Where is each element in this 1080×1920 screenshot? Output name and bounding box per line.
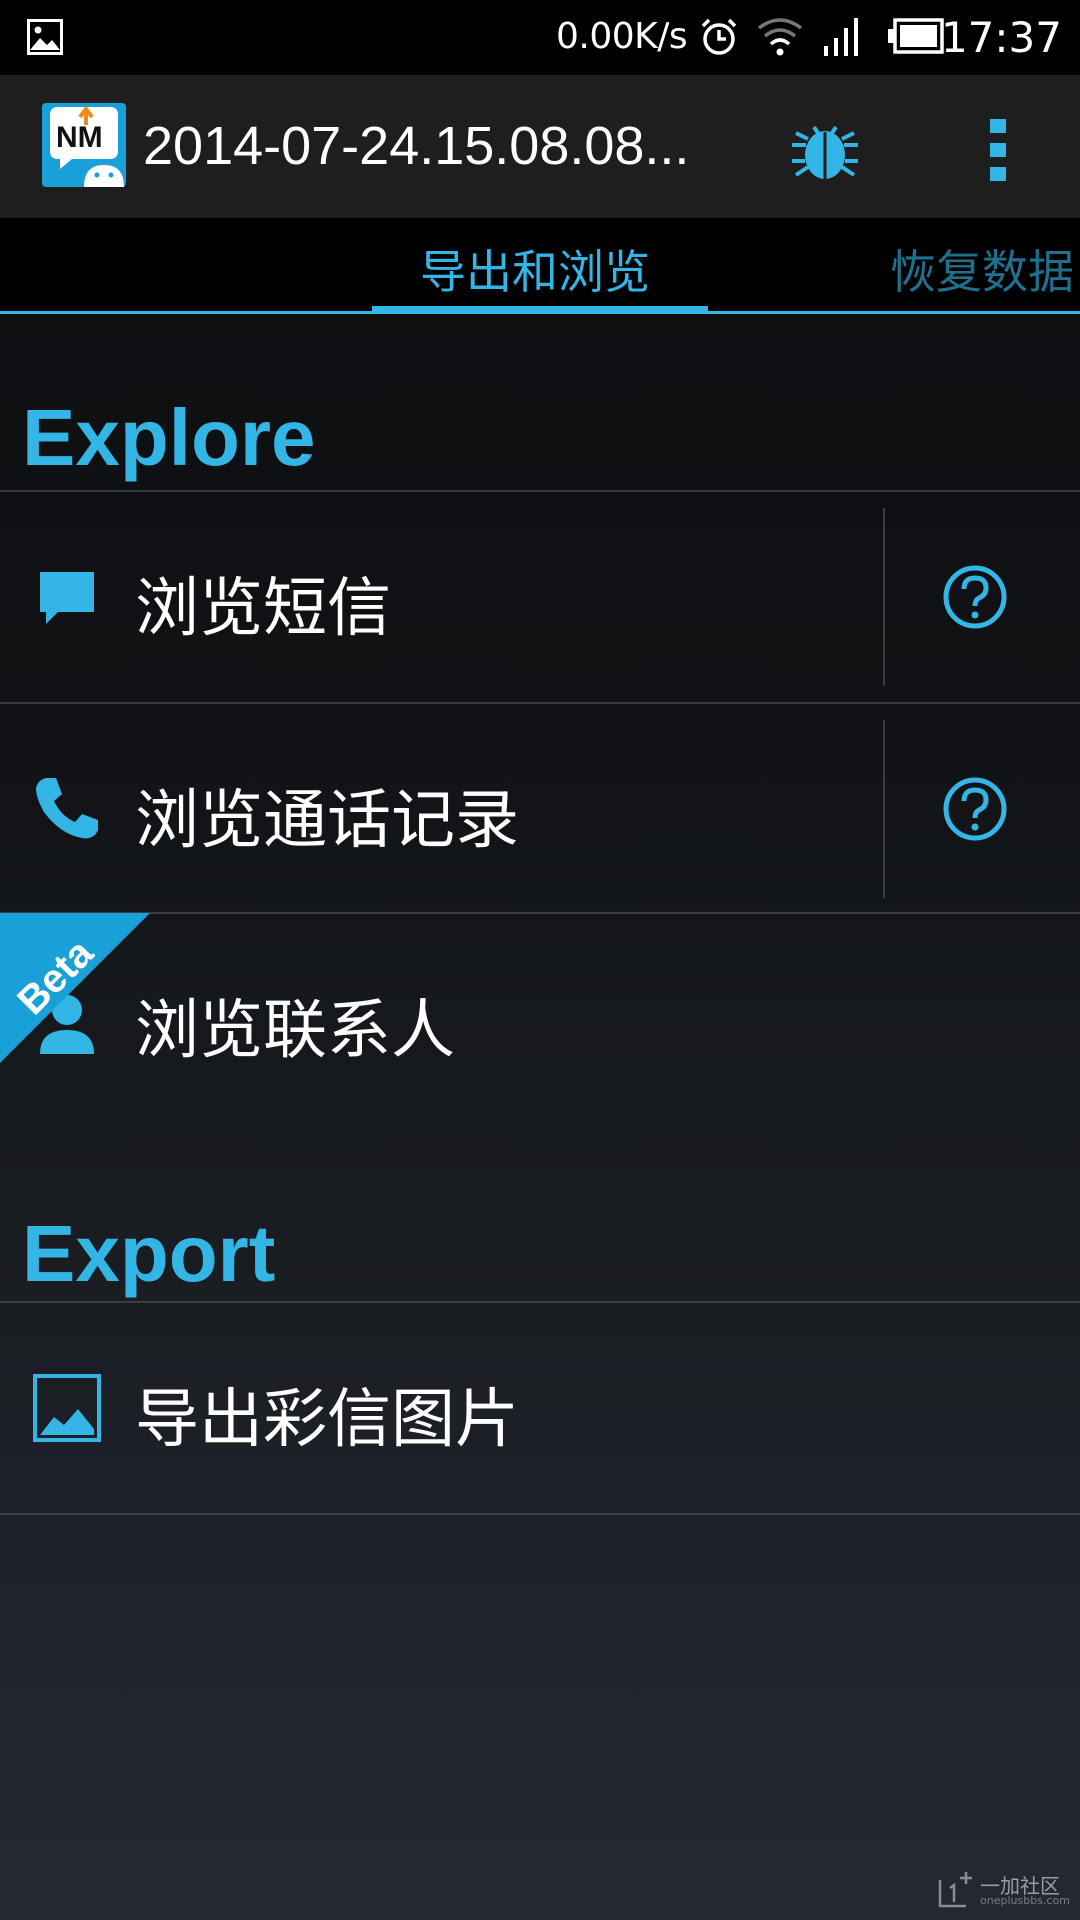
section-title-export: Export bbox=[22, 1209, 276, 1298]
list-item-export-mms-pictures[interactable]: 导出彩信图片 bbox=[0, 1303, 1080, 1513]
divider bbox=[883, 508, 885, 686]
divider bbox=[0, 1513, 1080, 1515]
overflow-menu-icon[interactable] bbox=[978, 115, 1018, 185]
tab-export-browse[interactable]: 导出和浏览 bbox=[420, 236, 650, 302]
oneplus-logo-icon bbox=[938, 1872, 972, 1908]
beta-badge: Beta bbox=[0, 913, 150, 1063]
watermark: 一加社区 oneplusbbs.com bbox=[936, 1870, 1070, 1910]
help-icon[interactable] bbox=[942, 564, 1008, 630]
clock: 17:37 bbox=[940, 13, 1062, 62]
section-title-explore: Explore bbox=[22, 393, 316, 482]
list-item-label: 浏览短信 bbox=[135, 572, 391, 646]
list-item-label: 浏览联系人 bbox=[135, 994, 455, 1068]
action-bar: NM 2014-07-24.15.08.08... bbox=[0, 75, 1080, 218]
tab-strip: 导出和浏览 恢复数据 bbox=[0, 218, 1080, 314]
status-bar: 0.00K/s 17:37 bbox=[0, 0, 1080, 75]
tab-underline bbox=[0, 311, 1080, 314]
list-item-browse-call-log[interactable]: 浏览通话记录 bbox=[0, 704, 1080, 914]
signal-icon bbox=[824, 18, 858, 56]
screen: 0.00K/s 17:37 NM 2014-07-24.15.08.08... … bbox=[0, 0, 1080, 1920]
phone-icon bbox=[36, 778, 98, 839]
list-item-browse-contacts[interactable]: 浏览联系人 bbox=[0, 914, 1080, 1124]
help-icon[interactable] bbox=[942, 776, 1008, 842]
network-speed: 0.00K/s bbox=[556, 16, 688, 57]
alarm-icon bbox=[701, 18, 737, 55]
battery-icon bbox=[888, 18, 944, 54]
bug-icon[interactable] bbox=[790, 115, 860, 185]
watermark-url: oneplusbbs.com bbox=[980, 1894, 1070, 1907]
tab-restore-data[interactable]: 恢复数据 bbox=[890, 236, 1074, 302]
wifi-icon bbox=[757, 18, 803, 56]
message-icon bbox=[40, 572, 94, 624]
divider bbox=[883, 720, 885, 898]
app-logo-icon[interactable]: NM bbox=[42, 103, 126, 187]
list-item-browse-sms[interactable]: 浏览短信 bbox=[0, 492, 1080, 702]
list-item-label: 浏览通话记录 bbox=[135, 784, 519, 858]
picture-icon bbox=[33, 1374, 101, 1442]
svg-text:NM: NM bbox=[56, 121, 103, 154]
list-item-label: 导出彩信图片 bbox=[135, 1383, 519, 1457]
gallery-icon bbox=[27, 19, 63, 55]
app-title: 2014-07-24.15.08.08... bbox=[143, 116, 690, 176]
